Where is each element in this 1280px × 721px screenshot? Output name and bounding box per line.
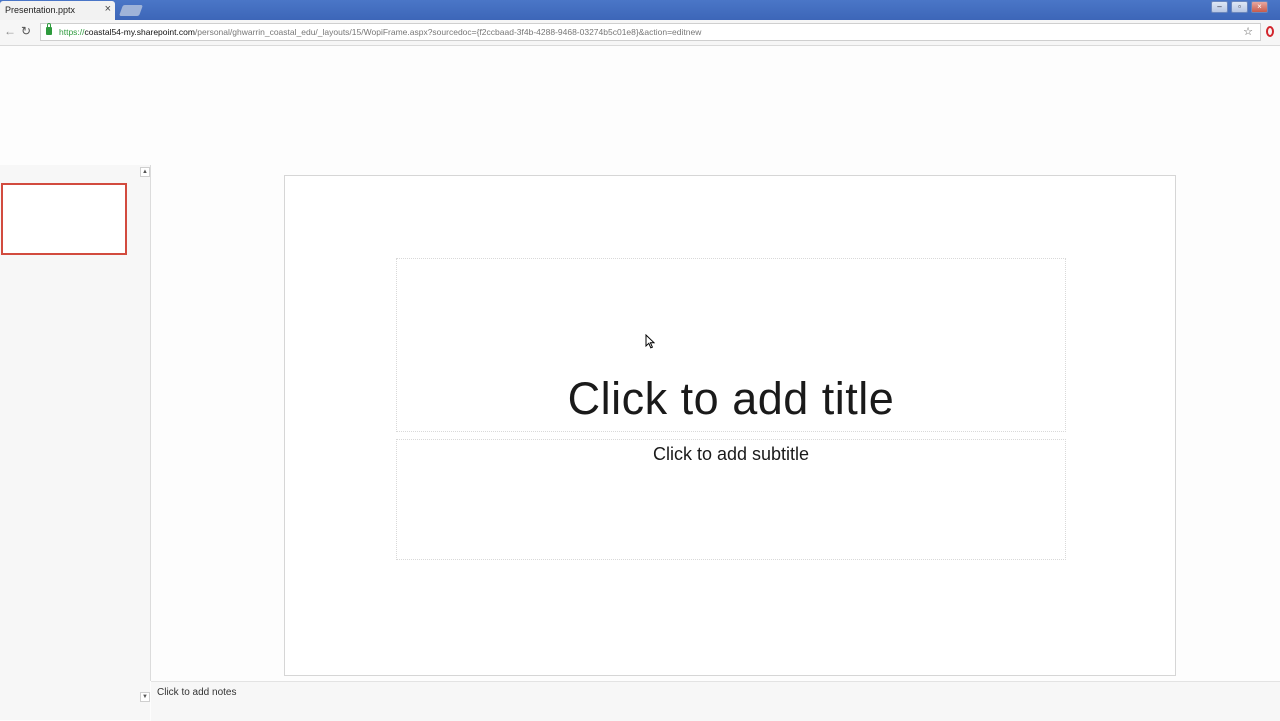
tab-close-icon[interactable]: × bbox=[105, 3, 111, 15]
slide-thumbnail-1[interactable] bbox=[1, 183, 127, 255]
address-bar[interactable]: https://coastal54-my.sharepoint.com/pers… bbox=[40, 23, 1261, 41]
restore-button[interactable]: ▫ bbox=[1231, 1, 1248, 13]
new-tab-button[interactable] bbox=[118, 5, 144, 16]
browser-title-bar: Presentation.pptx × – ▫ × bbox=[0, 0, 1280, 20]
title-placeholder-text: Click to add title bbox=[567, 373, 895, 424]
window-close-button[interactable]: × bbox=[1251, 1, 1268, 13]
subtitle-placeholder-text: Click to add subtitle bbox=[652, 444, 810, 464]
opera-menu-icon[interactable] bbox=[1266, 26, 1274, 37]
notes-pane[interactable]: Click to add notes bbox=[151, 681, 1280, 721]
minimize-button[interactable]: – bbox=[1211, 1, 1228, 13]
title-placeholder[interactable]: Click to add title bbox=[396, 258, 1066, 432]
window-controls: – ▫ × bbox=[1211, 1, 1268, 13]
browser-tab-presentation[interactable]: Presentation.pptx × bbox=[0, 1, 115, 20]
back-arrow-icon[interactable]: ← bbox=[4, 24, 16, 38]
url-text: https://coastal54-my.sharepoint.com/pers… bbox=[59, 27, 701, 37]
pane-divider bbox=[150, 165, 151, 681]
subtitle-placeholder[interactable]: Click to add subtitle bbox=[396, 439, 1066, 560]
tab-title: Presentation.pptx bbox=[5, 5, 76, 15]
bookmark-star-icon[interactable]: ☆ bbox=[1243, 25, 1253, 38]
secure-lock-icon bbox=[46, 23, 52, 35]
reload-icon[interactable]: ↻ bbox=[21, 24, 31, 38]
browser-toolbar: ← ↻ https://coastal54-my.sharepoint.com/… bbox=[0, 20, 1280, 46]
url-path: /personal/ghwarrin_coastal_edu/_layouts/… bbox=[194, 27, 702, 37]
url-scheme: https:// bbox=[59, 27, 85, 37]
url-host: coastal54-my.sharepoint.com bbox=[84, 27, 195, 37]
mouse-pointer-icon bbox=[645, 334, 655, 349]
slide-canvas[interactable]: Click to add title Click to add subtitle bbox=[284, 175, 1176, 676]
notes-placeholder: Click to add notes bbox=[157, 687, 237, 698]
thumbnail-scroll-up-icon[interactable]: ▲ bbox=[140, 167, 150, 177]
thumbnail-scroll-down-icon[interactable]: ▼ bbox=[140, 692, 150, 702]
